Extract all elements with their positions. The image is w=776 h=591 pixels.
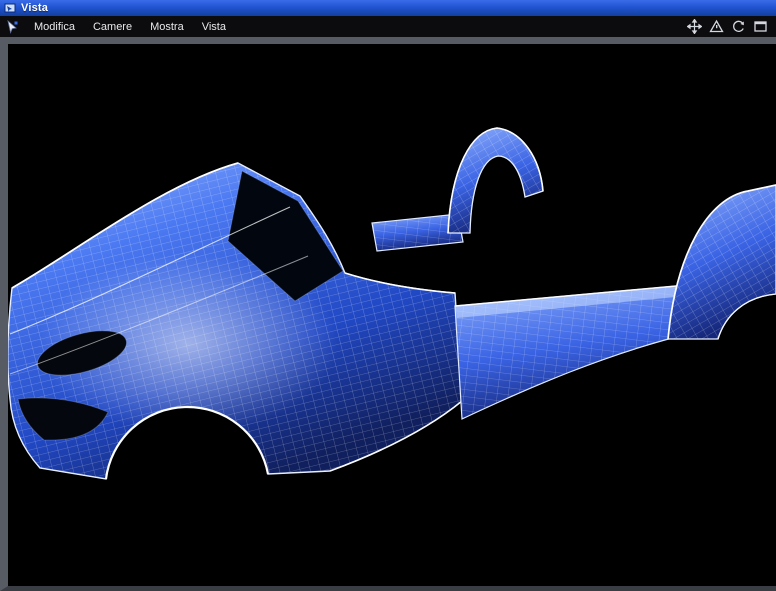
viewport-toolbar [687, 19, 776, 34]
window-titlebar[interactable]: Vista [0, 0, 776, 16]
menubar: Modifica Camere Mostra Vista [0, 16, 776, 37]
viewport-3d[interactable] [0, 37, 776, 591]
window-icon [4, 2, 16, 14]
maximize-view-icon[interactable] [753, 19, 768, 34]
select-tool-icon[interactable] [3, 19, 21, 35]
menu-mostra[interactable]: Mostra [141, 19, 193, 35]
menu-vista[interactable]: Vista [193, 19, 235, 35]
warning-triangle-icon[interactable] [709, 19, 724, 34]
viewport-3d-model [8, 44, 776, 586]
pan-icon[interactable] [687, 19, 702, 34]
menu-camere[interactable]: Camere [84, 19, 141, 35]
menu-modifica[interactable]: Modifica [25, 19, 84, 35]
rotate-view-icon[interactable] [731, 19, 746, 34]
application-window: Vista Modifica Camere Mostra Vista [0, 0, 776, 591]
window-title: Vista [21, 2, 49, 14]
